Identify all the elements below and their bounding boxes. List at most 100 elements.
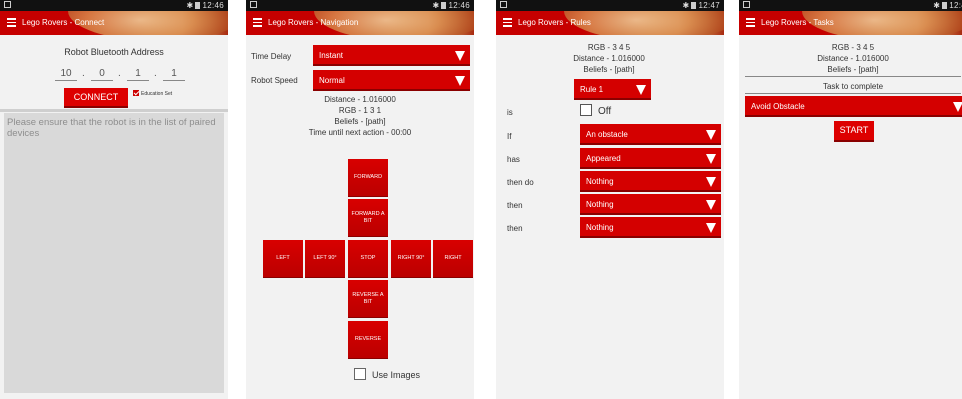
status-right: ✱ 12:46 [432,1,470,10]
robot-speed-label: Robot Speed [251,76,298,85]
message-panel: Please ensure that the robot is in the l… [4,113,224,393]
checkbox-checked-icon [133,90,139,96]
time-delay-label: Time Delay [251,52,292,61]
notification-icon [4,1,11,8]
dropdown-arrow-icon [706,154,716,164]
app-bar: Lego Rovers - Tasks [739,11,962,35]
ip-segment-2[interactable]: 0 [91,68,113,81]
rule-row-label: has [507,155,520,164]
rgb-readout: RGB - 3 4 5 [831,43,875,52]
status-bar: ✱ 12:47 [496,0,724,11]
dropdown-value: Nothing [586,200,614,209]
hamburger-menu-icon[interactable] [7,18,16,27]
time-delay-dropdown[interactable]: Instant [313,45,470,66]
notification-icon [743,1,750,8]
task-label: Task to complete [822,82,884,91]
dropdown-arrow-icon [455,76,465,86]
paired-devices-message: Please ensure that the robot is in the l… [7,117,216,139]
app-bar: Lego Rovers - Rules [496,11,724,35]
off-label: Off [598,106,612,117]
divider [745,93,961,94]
checkbox-unchecked-icon [580,104,592,116]
stop-button[interactable]: STOP [348,240,388,278]
rule-condition-dropdown[interactable]: An obstacle [580,124,721,145]
distance-readout: Distance - 1.016000 [324,95,396,104]
dropdown-arrow-icon [953,102,962,112]
dropdown-arrow-icon [636,85,646,95]
forward-button[interactable]: FORWARD [348,159,388,197]
reverse-a-bit-button[interactable]: REVERSE A BIT [348,280,388,318]
divider [745,76,961,77]
screen-navigation: ✱ 12:46 Lego Rovers - Navigation Time Del… [246,0,474,399]
status-time: 12:4 [949,1,962,10]
rule-action-dropdown-3[interactable]: Nothing [580,217,721,238]
status-time: 12:46 [202,1,224,10]
battery-icon [691,2,697,9]
off-checkbox[interactable]: Off [580,104,611,117]
task-dropdown[interactable]: Avoid Obstacle [745,96,962,117]
education-set-checkbox[interactable]: Education Set [133,90,172,97]
robot-speed-dropdown[interactable]: Normal [313,70,470,91]
app-title: Lego Rovers - Navigation [268,18,359,27]
status-time: 12:46 [448,1,470,10]
rule-row-label: If [507,132,512,141]
connect-button[interactable]: CONNECT [64,88,128,108]
rule-action-dropdown-1[interactable]: Nothing [580,171,721,192]
dropdown-value: An obstacle [586,130,628,139]
left-button[interactable]: LEFT [263,240,303,278]
screen-tasks: ✱ 12:4 Lego Rovers - Tasks RGB - 3 4 5 Di… [739,0,962,399]
ip-segment-3[interactable]: 1 [127,68,149,81]
dropdown-value: Appeared [586,154,621,163]
use-images-label: Use Images [372,370,421,380]
reverse-button[interactable]: REVERSE [348,321,388,359]
use-images-checkbox[interactable]: Use Images [354,368,420,380]
battery-icon [195,2,201,9]
dropdown-value: Nothing [586,223,614,232]
left-90-button[interactable]: LEFT 90° [305,240,345,278]
screen-connect: ✱ 12:46 Lego Rovers - Connect Robot Bluet… [0,0,228,399]
dropdown-value: Nothing [586,177,614,186]
status-bar: ✱ 12:46 [246,0,474,11]
status-bar: ✱ 12:46 [0,0,228,11]
hamburger-menu-icon[interactable] [746,18,755,27]
rule-row-label: then [507,201,523,210]
rule-state-dropdown[interactable]: Appeared [580,148,721,169]
beliefs-readout: Beliefs - [path] [334,117,386,126]
status-time: 12:47 [698,1,720,10]
notification-icon [250,1,257,8]
app-title: Lego Rovers - Connect [22,18,105,27]
distance-readout: Distance - 1.016000 [817,54,889,63]
rule-dropdown[interactable]: Rule 1 [574,79,651,100]
ip-address-input: 10 . 0 . 1 . 1 [55,68,195,82]
bluetooth-icon: ✱ [186,1,194,10]
hamburger-menu-icon[interactable] [253,18,262,27]
right-90-button[interactable]: RIGHT 90° [391,240,431,278]
divider [0,109,228,112]
status-bar: ✱ 12:4 [739,0,962,11]
start-button[interactable]: START [834,121,874,142]
bluetooth-icon: ✱ [682,1,690,10]
time-delay-value: Instant [319,51,344,60]
rgb-readout: RGB - 1 3 1 [338,106,382,115]
rule-row-label: then do [507,178,534,187]
task-value: Avoid Obstacle [751,102,805,111]
robot-speed-value: Normal [319,76,345,85]
app-title: Lego Rovers - Tasks [761,18,834,27]
dropdown-arrow-icon [455,51,465,61]
ip-segment-1[interactable]: 10 [55,68,77,81]
dropdown-arrow-icon [706,223,716,233]
rule-action-dropdown-2[interactable]: Nothing [580,194,721,215]
status-right: ✱ 12:47 [682,1,720,10]
dropdown-arrow-icon [706,200,716,210]
checkbox-unchecked-icon [354,368,366,380]
screen-rules: ✱ 12:47 Lego Rovers - Rules RGB - 3 4 5 D… [496,0,724,399]
rule-value: Rule 1 [580,85,604,94]
forward-a-bit-button[interactable]: FORWARD A BIT [348,199,388,237]
app-bar: Lego Rovers - Connect [0,11,228,35]
ip-segment-4[interactable]: 1 [163,68,185,81]
beliefs-readout: Beliefs - [path] [827,65,879,74]
rule-row-label: then [507,224,523,233]
right-button[interactable]: RIGHT [433,240,473,278]
battery-icon [441,2,447,9]
hamburger-menu-icon[interactable] [503,18,512,27]
